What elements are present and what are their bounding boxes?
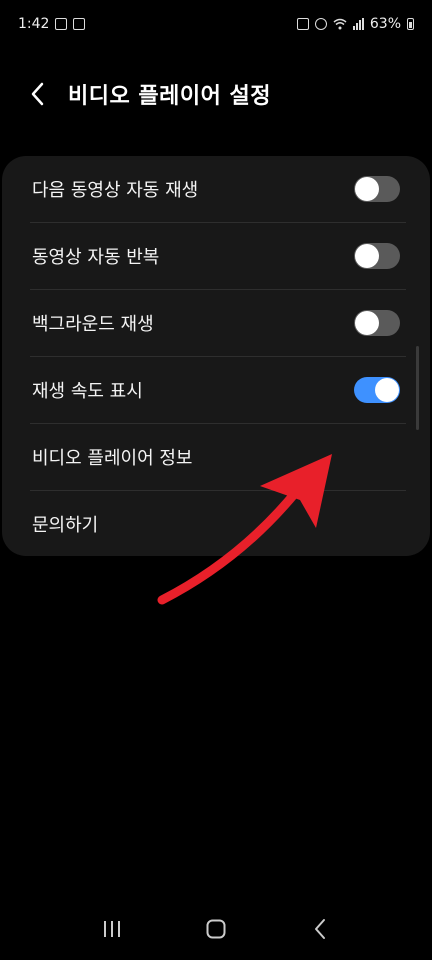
setting-row-autoplay-next[interactable]: 다음 동영상 자동 재생 bbox=[2, 156, 430, 222]
setting-row-contact[interactable]: 문의하기 bbox=[2, 491, 430, 556]
navigation-bar bbox=[0, 898, 432, 960]
status-time: 1:42 bbox=[18, 16, 50, 32]
status-bar: 1:42 63% bbox=[0, 0, 432, 48]
setting-label: 문의하기 bbox=[32, 515, 99, 536]
gallery-icon bbox=[55, 18, 68, 30]
wifi-icon bbox=[333, 18, 347, 30]
scroll-indicator bbox=[416, 346, 419, 430]
battery-icon bbox=[407, 18, 414, 30]
back-icon bbox=[315, 919, 325, 939]
setting-label: 재생 속도 표시 bbox=[32, 381, 143, 402]
toggle-knob bbox=[355, 244, 379, 268]
alarm-dx-icon bbox=[73, 18, 86, 30]
playback-speed-toggle[interactable] bbox=[354, 377, 400, 403]
autoplay-next-toggle[interactable] bbox=[354, 176, 400, 202]
toggle-knob bbox=[375, 378, 399, 402]
battery-percent: 63% bbox=[369, 16, 401, 32]
back-button[interactable] bbox=[8, 66, 68, 122]
setting-label: 백그라운드 재생 bbox=[32, 314, 154, 335]
status-left: 1:42 bbox=[18, 16, 86, 32]
setting-row-player-info[interactable]: 비디오 플레이어 정보 bbox=[2, 424, 430, 490]
setting-row-auto-repeat[interactable]: 동영상 자동 반복 bbox=[2, 223, 430, 289]
toggle-knob bbox=[355, 177, 379, 201]
header: 비디오 플레이어 설정 bbox=[0, 66, 432, 122]
status-right: 63% bbox=[296, 16, 414, 32]
home-button[interactable] bbox=[186, 905, 246, 953]
setting-label: 다음 동영상 자동 재생 bbox=[32, 180, 199, 201]
setting-label: 비디오 플레이어 정보 bbox=[32, 448, 193, 469]
lock-icon bbox=[296, 18, 309, 30]
recent-apps-icon bbox=[104, 921, 120, 937]
setting-row-playback-speed[interactable]: 재생 속도 표시 bbox=[2, 357, 430, 423]
nav-back-button[interactable] bbox=[290, 905, 350, 953]
setting-label: 동영상 자동 반복 bbox=[32, 247, 160, 268]
settings-card: 다음 동영상 자동 재생 동영상 자동 반복 백그라운드 재생 재생 속도 표시… bbox=[2, 156, 430, 556]
chevron-left-icon bbox=[31, 82, 44, 106]
setting-row-background-play[interactable]: 백그라운드 재생 bbox=[2, 290, 430, 356]
recent-apps-button[interactable] bbox=[82, 905, 142, 953]
alarm-icon bbox=[314, 18, 327, 30]
signal-icon bbox=[352, 18, 364, 30]
auto-repeat-toggle[interactable] bbox=[354, 243, 400, 269]
toggle-knob bbox=[355, 311, 379, 335]
home-icon bbox=[206, 919, 226, 939]
background-play-toggle[interactable] bbox=[354, 310, 400, 336]
page-title: 비디오 플레이어 설정 bbox=[68, 84, 271, 109]
